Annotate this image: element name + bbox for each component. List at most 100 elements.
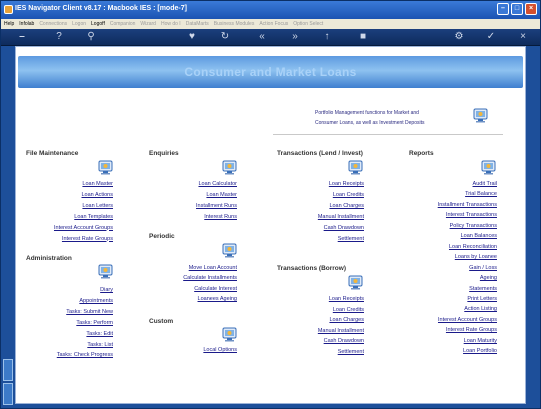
menu-link[interactable]: Settlement [338, 236, 364, 242]
page-title: Consumer and Market Loans [184, 65, 357, 79]
menu-link[interactable]: Ageing [480, 275, 497, 281]
menu-item[interactable]: DataMarts [186, 21, 209, 29]
menu-item[interactable]: Companion [110, 21, 136, 29]
menu-link[interactable]: Calculate Interest [194, 286, 237, 292]
menu-link[interactable]: Loan Calculator [198, 181, 237, 187]
section-heading-reports: Reports [409, 150, 434, 157]
description-line-2: Consumer Loans, as well as Investment De… [315, 120, 425, 126]
side-panel-tab[interactable] [3, 359, 13, 381]
close-button[interactable]: × [525, 3, 537, 15]
menu-item[interactable]: Logon [72, 21, 86, 29]
menu-link[interactable]: Move Loan Account [189, 265, 237, 271]
menu-link[interactable]: Tasks: Submit New [66, 309, 113, 315]
menu-link[interactable]: Loan Reconciliation [449, 244, 497, 250]
menu-link[interactable]: Loan Balances [461, 233, 497, 239]
menu-link[interactable]: Installment Runs [196, 203, 237, 209]
refresh-icon[interactable]: ↻ [219, 31, 231, 43]
up-icon[interactable]: ↑ [321, 31, 333, 43]
menu-item[interactable]: Wizard [140, 21, 156, 29]
menu-link[interactable]: Diary [100, 287, 113, 293]
menu-link[interactable]: Interest Account Groups [438, 317, 497, 323]
section-icon[interactable] [221, 326, 239, 343]
title-bar: IES Navigator Client v8.17 : Macbook IES… [1, 1, 540, 19]
app-icon [4, 5, 13, 14]
menu-item[interactable]: Option Select [293, 21, 323, 29]
minimize-button[interactable]: – [497, 3, 509, 15]
menu-item[interactable]: Infolab [19, 21, 34, 29]
help-icon[interactable]: ? [53, 31, 65, 43]
section-icon[interactable] [480, 159, 498, 176]
menu-link[interactable]: Loan Charges [329, 203, 364, 209]
menu-link[interactable]: Interest Runs [204, 214, 237, 220]
menu-item[interactable]: Logoff [91, 21, 105, 29]
menu-link[interactable]: Loanees Ageing [198, 296, 237, 302]
menu-link[interactable]: Interest Transactions [446, 212, 497, 218]
menu-item[interactable]: Help [4, 21, 14, 29]
menu-link[interactable]: Loan Charges [329, 317, 364, 323]
menu-link[interactable]: Statements [469, 286, 497, 292]
section-icon[interactable] [97, 159, 115, 176]
menu-link[interactable]: Interest Account Groups [54, 225, 113, 231]
menu-link[interactable]: Loan Master [82, 181, 113, 187]
menu-link[interactable]: Interest Rate Groups [446, 327, 497, 333]
cancel-icon[interactable]: × [517, 31, 529, 43]
section-heading-trans-lend: Transactions (Lend / Invest) [277, 150, 363, 157]
menu-link[interactable]: Cash Drawdown [324, 225, 364, 231]
menu-link[interactable]: Tasks: Perform [76, 320, 113, 326]
side-panel-tab[interactable] [3, 383, 13, 405]
menu-link[interactable]: Local Options [203, 347, 237, 353]
menu-item[interactable]: Action Focus [259, 21, 288, 29]
menu-link[interactable]: Loan Templates [74, 214, 113, 220]
banner: Consumer and Market Loans [18, 56, 523, 88]
menu-item[interactable]: How do I [161, 21, 181, 29]
menu-link[interactable]: Loan Actions [82, 192, 114, 198]
description: Portfolio Management functions for Marke… [315, 108, 485, 128]
section-icon[interactable] [221, 242, 239, 259]
menu-link[interactable]: Loan Credits [333, 307, 364, 313]
key-icon[interactable]: ⎯ [11, 31, 33, 43]
menu-link[interactable]: Installment Transactions [438, 202, 497, 208]
menu-link[interactable]: Print Letters [467, 296, 497, 302]
menu-link[interactable]: Tasks: List [87, 342, 113, 348]
menu-link[interactable]: Tasks: Edit [86, 331, 113, 337]
confirm-icon[interactable]: ✓ [485, 31, 497, 43]
menu-link[interactable]: Audit Trail [473, 181, 497, 187]
menu-link[interactable]: Loans by Loanee [455, 254, 497, 260]
section-heading-custom: Custom [149, 318, 174, 325]
section-heading-periodic: Periodic [149, 233, 175, 240]
settings-icon[interactable]: ⚙ [453, 31, 465, 43]
menu-item[interactable]: Connections [39, 21, 67, 29]
menu-link[interactable]: Loan Receipts [329, 296, 364, 302]
menu-link[interactable]: Loan Master [206, 192, 237, 198]
menu-link[interactable]: Calculate Installments [183, 275, 237, 281]
section-heading-administration: Administration [26, 255, 72, 262]
section-icon[interactable] [347, 274, 365, 291]
menu-link[interactable]: Settlement [338, 349, 364, 355]
menu-link[interactable]: Loan Maturity [464, 338, 497, 344]
menu-link[interactable]: Policy Transactions [450, 223, 497, 229]
forward-icon[interactable]: » [289, 31, 301, 43]
menu-link[interactable]: Loan Portfolio [463, 348, 497, 354]
search-icon[interactable]: ⚲ [85, 31, 97, 43]
menu-link[interactable]: Action Listing [464, 306, 497, 312]
menu-item[interactable]: Business Modules [214, 21, 255, 29]
favorite-heart-icon[interactable]: ♥ [186, 31, 198, 43]
section-icon[interactable] [221, 159, 239, 176]
back-icon[interactable]: « [256, 31, 268, 43]
maximize-button[interactable]: □ [511, 3, 523, 15]
stop-icon[interactable]: ■ [357, 31, 369, 43]
menu-link[interactable]: Loan Credits [333, 192, 364, 198]
menu-link[interactable]: Tasks: Check Progress [57, 352, 113, 358]
menu-link[interactable]: Loan Receipts [329, 181, 364, 187]
menu-link[interactable]: Loan Letters [82, 203, 113, 209]
section-icon[interactable] [347, 159, 365, 176]
menu-link[interactable]: Trial Balance [465, 191, 497, 197]
menu-link[interactable]: Appointments [79, 298, 113, 304]
menu-link[interactable]: Manual Installment [318, 214, 364, 220]
divider [273, 134, 503, 135]
menu-link[interactable]: Manual Installment [318, 328, 364, 334]
menu-link[interactable]: Cash Drawdown [324, 338, 364, 344]
section-icon[interactable] [97, 263, 115, 280]
menu-link[interactable]: Interest Rate Groups [62, 236, 113, 242]
menu-link[interactable]: Gain / Loss [469, 265, 497, 271]
